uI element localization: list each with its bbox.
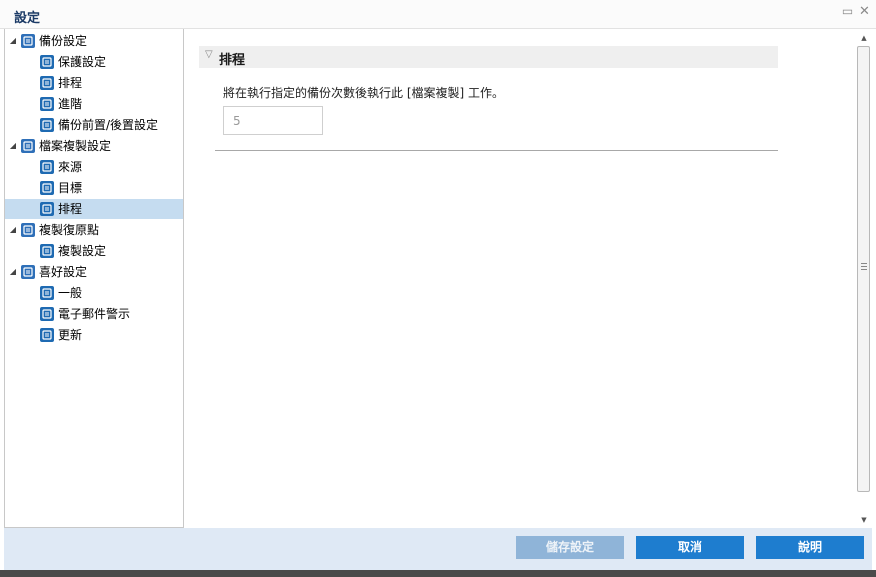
dialog-footer: 儲存設定 取消 說明 [4, 528, 872, 570]
expand-toggle-icon[interactable]: ◢ [8, 136, 18, 156]
preferences-icon [21, 265, 35, 279]
schedule-icon [40, 76, 54, 90]
tree-item-label: 排程 [58, 76, 83, 90]
tree-item[interactable]: ◢ 檔案複製設定 [5, 136, 183, 156]
vertical-scrollbar[interactable]: ▲ ▼ [856, 29, 872, 528]
email-alert-icon [40, 307, 54, 321]
scroll-down-icon[interactable]: ▼ [856, 513, 872, 527]
tree-item-label: 備份設定 [39, 34, 88, 48]
help-button[interactable]: 說明 [756, 536, 864, 559]
restore-icon[interactable]: ▭ [841, 5, 854, 18]
schedule-description: 將在執行指定的備份次數後執行此 [檔案複製] 工作。 [223, 86, 504, 100]
source-icon [40, 160, 54, 174]
expand-toggle-icon[interactable]: ◢ [8, 31, 18, 51]
tree-item[interactable]: 複製設定 [5, 241, 183, 261]
content-panel: ▽ 排程 將在執行指定的備份次數後執行此 [檔案複製] 工作。 [184, 29, 856, 528]
schedule-section-header[interactable]: ▽ 排程 [199, 46, 778, 68]
wrench-icon [40, 118, 54, 132]
file-copy-settings-icon [21, 139, 35, 153]
tree-item[interactable]: 保護設定 [5, 52, 183, 72]
tree-item-label: 更新 [58, 328, 83, 342]
expand-toggle-icon[interactable]: ◢ [8, 220, 18, 240]
tree-item[interactable]: 排程 [5, 73, 183, 93]
save-settings-button[interactable]: 儲存設定 [516, 536, 624, 559]
tree-item-label: 備份前置/後置設定 [58, 118, 159, 132]
protection-icon [40, 55, 54, 69]
destination-icon [40, 181, 54, 195]
schedule-icon [40, 202, 54, 216]
general-icon [40, 286, 54, 300]
backup-count-input[interactable] [223, 106, 323, 135]
collapse-triangle-icon[interactable]: ▽ [205, 49, 213, 60]
tree-item-label: 來源 [58, 160, 83, 174]
settings-tree: ◢ 備份設定 保護設定 排程 進階 備份前置/後置設定 ◢ 檔案複製設定 來源 目標 排程 ◢ 複製復原… [4, 29, 184, 528]
tree-item[interactable]: 電子郵件警示 [5, 304, 183, 324]
title-bar: 設定 ▭ ✕ [0, 0, 876, 29]
close-icon[interactable]: ✕ [858, 5, 871, 18]
scroll-grip-icon [861, 263, 867, 270]
tree-item-label: 目標 [58, 181, 83, 195]
tree-item-label: 進階 [58, 97, 83, 111]
tree-item[interactable]: 來源 [5, 157, 183, 177]
tree-item-label: 喜好設定 [39, 265, 88, 279]
tree-item-label: 檔案複製設定 [39, 139, 112, 153]
tree-item[interactable]: 目標 [5, 178, 183, 198]
update-icon [40, 328, 54, 342]
tree-item-label: 一般 [58, 286, 83, 300]
tree-item[interactable]: 一般 [5, 283, 183, 303]
section-title: 排程 [219, 53, 246, 68]
advanced-icon [40, 97, 54, 111]
scroll-up-icon[interactable]: ▲ [856, 31, 872, 45]
tree-item[interactable]: 更新 [5, 325, 183, 345]
bottom-edge [0, 570, 876, 577]
tree-item-label: 電子郵件警示 [58, 307, 131, 321]
tree-item[interactable]: ◢ 備份設定 [5, 31, 183, 51]
tree-item[interactable]: ◢ 喜好設定 [5, 262, 183, 282]
copy-settings-icon [40, 244, 54, 258]
tree-item[interactable]: ◢ 複製復原點 [5, 220, 183, 240]
tree-item-label: 複製設定 [58, 244, 107, 258]
backup-settings-icon [21, 34, 35, 48]
cancel-button[interactable]: 取消 [636, 536, 744, 559]
scroll-thumb[interactable] [857, 46, 870, 492]
section-divider [215, 150, 778, 151]
tree-item[interactable]: 排程 [5, 199, 183, 219]
expand-toggle-icon[interactable]: ◢ [8, 262, 18, 282]
tree-item-label: 排程 [58, 202, 83, 216]
tree-item-label: 保護設定 [58, 55, 107, 69]
window-title: 設定 [14, 11, 41, 26]
tree-item[interactable]: 備份前置/後置設定 [5, 115, 183, 135]
tree-item-label: 複製復原點 [39, 223, 100, 237]
copy-recovery-point-icon [21, 223, 35, 237]
tree-item[interactable]: 進階 [5, 94, 183, 114]
